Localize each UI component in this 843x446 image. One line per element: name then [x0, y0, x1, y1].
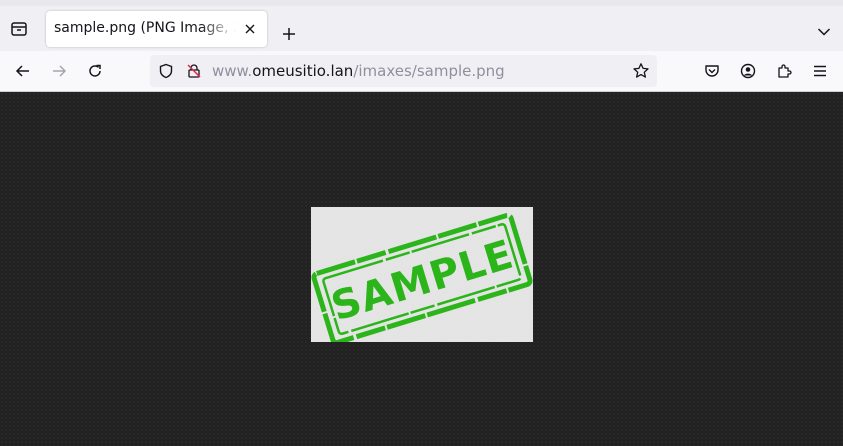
tab-active[interactable]: sample.png (PNG Image, 222 × 135 pixels): [46, 11, 267, 47]
extensions-button[interactable]: [768, 55, 800, 87]
navigation-toolbar: www.omeusitio.lan/imaxes/sample.png: [0, 51, 843, 92]
menu-button[interactable]: [804, 55, 836, 87]
menu-icon: [814, 65, 826, 77]
reload-button[interactable]: [79, 55, 111, 87]
image-viewer: SAMPLE: [0, 92, 843, 446]
reload-icon: [89, 64, 101, 77]
account-button[interactable]: [732, 55, 764, 87]
account-icon: [740, 63, 756, 79]
shield-icon: [159, 63, 173, 79]
sample-stamp: SAMPLE: [311, 207, 533, 346]
star-icon: [633, 63, 649, 78]
insecure-lock-icon: [187, 64, 201, 78]
pocket-icon: [705, 65, 719, 77]
forward-button[interactable]: [43, 55, 75, 87]
arrow-right-icon: [53, 65, 67, 77]
url-bar[interactable]: www.omeusitio.lan/imaxes/sample.png: [150, 55, 657, 87]
bookmark-star-button[interactable]: [631, 61, 651, 81]
new-tab-button[interactable]: [275, 20, 303, 48]
list-all-tabs-button[interactable]: [810, 18, 838, 46]
extensions-icon: [778, 64, 792, 78]
chevron-down-icon: [817, 28, 831, 36]
url-host: omeusitio.lan: [252, 62, 354, 80]
url-path: /imaxes/sample.png: [353, 62, 505, 80]
firefox-view-icon: [11, 22, 27, 36]
sample-image: SAMPLE: [311, 207, 533, 346]
tab-close-button[interactable]: [240, 19, 260, 39]
site-security-button[interactable]: [184, 61, 204, 81]
pocket-button[interactable]: [696, 55, 728, 87]
firefox-view-button[interactable]: [4, 14, 34, 44]
plus-icon: [283, 28, 295, 40]
tab-bar: sample.png (PNG Image, 222 × 135 pixels): [0, 0, 843, 51]
tracking-protection-button[interactable]: [156, 61, 176, 81]
close-icon: [245, 24, 255, 34]
arrow-left-icon: [15, 65, 29, 77]
url-prefix: www.: [212, 62, 253, 80]
tab-title: sample.png (PNG Image, 222 × 135 pixels): [54, 20, 236, 36]
url-text: www.omeusitio.lan/imaxes/sample.png: [212, 62, 505, 80]
back-button[interactable]: [7, 55, 39, 87]
